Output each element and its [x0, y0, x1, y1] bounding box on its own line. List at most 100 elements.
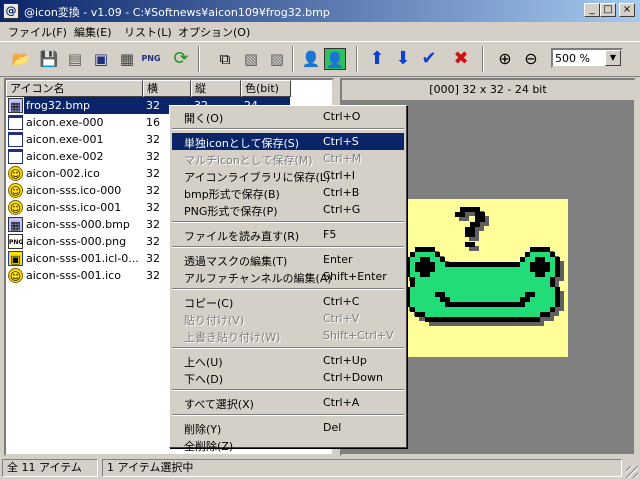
zoom-select[interactable]: 500 % ▼: [551, 48, 623, 68]
context-menu-item: 貼り付け(V) Ctrl+V: [172, 310, 404, 327]
menu-item-label: ファイルを読み直す(R): [184, 230, 300, 243]
menu-item-shortcut: Shift+Enter: [323, 270, 387, 283]
down-arrow-icon[interactable]: ⬇: [392, 48, 414, 70]
column-header-height[interactable]: 縦: [191, 80, 241, 97]
item-name: aicon-sss-001.ico: [26, 269, 122, 282]
menu-item-label: アイコンライブラリに保存(L): [184, 171, 331, 184]
menu-item-label: マルチiconとして保存(M): [184, 154, 313, 167]
context-menu-item[interactable]: コピー(C) Ctrl+C: [172, 293, 404, 310]
menu-item-label: bmp形式で保存(B): [184, 188, 280, 201]
menu-item-shortcut: Ctrl+V: [323, 312, 360, 325]
item-width: 32: [146, 99, 160, 112]
menu-item-shortcut: Ctrl+B: [323, 186, 360, 199]
file-bmp-icon: ▦: [8, 217, 23, 232]
context-menu-item[interactable]: 開く(O) Ctrl+O: [172, 108, 404, 125]
save-library-icon[interactable]: ▣: [90, 48, 112, 70]
toolbar-separator: [482, 46, 484, 72]
delete-x-icon[interactable]: ✖: [450, 48, 472, 70]
menu-separator: [172, 347, 404, 349]
close-button[interactable]: ×: [619, 3, 635, 17]
zoom-in-icon[interactable]: ⊕: [494, 48, 516, 70]
file-smile-icon: ☺: [8, 166, 23, 181]
context-menu-item[interactable]: PNG形式で保存(P) Ctrl+G: [172, 201, 404, 218]
context-menu-item[interactable]: すべて選択(X) Ctrl+A: [172, 394, 404, 411]
menu-item-label: 貼り付け(V): [184, 314, 245, 327]
alpha-icon[interactable]: 👤: [324, 48, 346, 70]
save-png-icon[interactable]: PNG: [140, 48, 162, 70]
menu-separator: [172, 221, 404, 223]
context-menu-item[interactable]: アイコンライブラリに保存(L) Ctrl+I: [172, 167, 404, 184]
file-exe-icon: [8, 149, 23, 164]
item-width: 32: [146, 167, 160, 180]
menu-item-shortcut: Enter: [323, 253, 353, 266]
menu-item-shortcut: Ctrl+I: [323, 169, 356, 182]
up-arrow-icon[interactable]: ⬆: [366, 48, 388, 70]
item-width: 32: [146, 269, 160, 282]
menu-item-label: 上書き貼り付け(W): [184, 331, 281, 344]
context-menu-item[interactable]: 下へ(D) Ctrl+Down: [172, 369, 404, 386]
menu-separator: [172, 128, 404, 130]
menu-edit[interactable]: 編集(E): [74, 24, 112, 40]
context-menu-item[interactable]: 全削除(Z): [172, 436, 404, 453]
file-png-icon: PNG: [8, 234, 23, 249]
maximize-button[interactable]: □: [600, 3, 616, 17]
overwrite-paste-icon[interactable]: ▨: [266, 48, 288, 70]
menu-item-shortcut: Ctrl+M: [323, 152, 362, 165]
context-menu-item[interactable]: ファイルを読み直す(R) F5: [172, 226, 404, 243]
zoom-out-icon[interactable]: ⊖: [520, 48, 542, 70]
resize-grip[interactable]: [626, 466, 638, 478]
menu-item-shortcut: Ctrl+Up: [323, 354, 367, 367]
menu-file[interactable]: ファイル(F): [8, 24, 67, 40]
select-all-check-icon[interactable]: ✔: [418, 48, 440, 70]
column-header-bits[interactable]: 色(bit): [241, 80, 291, 97]
item-width: 32: [146, 218, 160, 231]
item-name: aicon.exe-002: [26, 150, 104, 163]
context-menu-item[interactable]: 透過マスクの編集(T) Enter: [172, 251, 404, 268]
item-width: 32: [146, 133, 160, 146]
menu-item-shortcut: Ctrl+O: [323, 110, 361, 123]
menu-list[interactable]: リスト(L): [124, 24, 172, 40]
column-header-name[interactable]: アイコン名: [6, 80, 143, 97]
menu-item-shortcut: Del: [323, 421, 342, 434]
menu-item-label: PNG形式で保存(P): [184, 205, 278, 218]
save-multi-icon[interactable]: ▤: [64, 48, 86, 70]
item-name: aicon-002.ico: [26, 167, 100, 180]
menu-item-label: 削除(Y): [184, 423, 222, 436]
item-width: 32: [146, 150, 160, 163]
context-menu-item[interactable]: アルファチャンネルの編集(A) Shift+Enter: [172, 268, 404, 285]
context-menu-item[interactable]: 単独iconとして保存(S) Ctrl+S: [172, 133, 404, 150]
open-folder-icon[interactable]: 📂: [10, 48, 32, 70]
item-width: 32: [146, 235, 160, 248]
menu-item-label: 下へ(D): [184, 373, 224, 386]
context-menu-item: 上書き貼り付け(W) Shift+Ctrl+V: [172, 327, 404, 344]
menu-item-shortcut: Ctrl+Down: [323, 371, 383, 384]
save-icon[interactable]: 💾: [38, 48, 60, 70]
chevron-down-icon[interactable]: ▼: [605, 50, 621, 66]
title-bar: @ @icon変換 - v1.09 - C:¥Softnews¥aicon109…: [0, 0, 640, 22]
item-width: 32: [146, 184, 160, 197]
menu-separator: [172, 288, 404, 290]
toolbar-separator: [198, 46, 200, 72]
frog-icon-preview: [405, 207, 564, 326]
mask-icon[interactable]: 👤: [300, 48, 322, 70]
file-smile-icon: ☺: [8, 183, 23, 198]
preview-header: [000] 32 x 32 - 24 bit: [342, 80, 634, 100]
context-menu-item[interactable]: 削除(Y) Del: [172, 419, 404, 436]
paste-icon[interactable]: ▧: [240, 48, 262, 70]
context-menu-item[interactable]: bmp形式で保存(B) Ctrl+B: [172, 184, 404, 201]
context-menu-item[interactable]: 上へ(U) Ctrl+Up: [172, 352, 404, 369]
column-header-width[interactable]: 横: [143, 80, 191, 97]
menu-item-shortcut: Ctrl+C: [323, 295, 360, 308]
context-menu: 開く(O) Ctrl+O 単独iconとして保存(S) Ctrl+S マルチiconとし…: [169, 105, 407, 453]
copy-icon[interactable]: ⧉: [214, 48, 236, 70]
menu-item-label: 上へ(U): [184, 356, 223, 369]
file-smile-icon: ☺: [8, 200, 23, 215]
minimize-button[interactable]: _: [584, 3, 600, 17]
save-bmp-icon[interactable]: ▦: [116, 48, 138, 70]
app-icon[interactable]: @: [3, 3, 19, 19]
menu-options[interactable]: オプション(O): [178, 24, 250, 40]
item-name: aicon-sss.ico-001: [26, 201, 122, 214]
reload-icon[interactable]: ⟳: [170, 48, 192, 70]
item-width: 16: [146, 116, 160, 129]
file-smile-icon: ☺: [8, 268, 23, 283]
